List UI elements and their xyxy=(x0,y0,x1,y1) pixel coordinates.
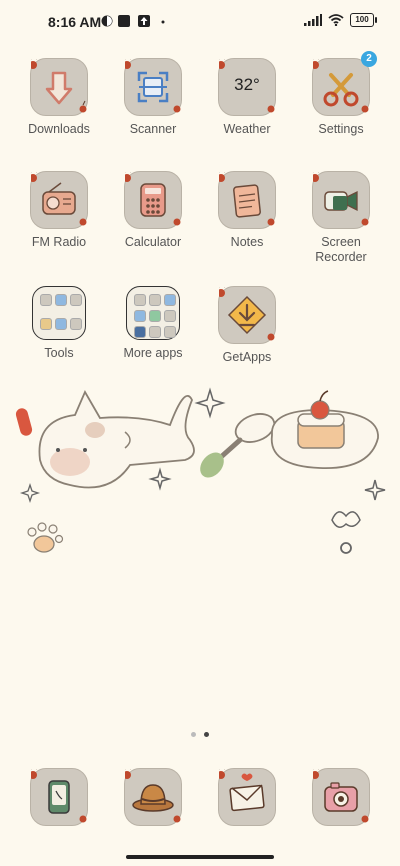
app-label: FM Radio xyxy=(31,235,87,249)
weather-icon: 32° xyxy=(218,58,276,116)
paw-print-decoration xyxy=(27,522,64,553)
app-label: Screen Recorder xyxy=(315,235,367,264)
notepad-icon xyxy=(218,171,276,229)
wifi-icon xyxy=(328,14,344,26)
dock-camera[interactable] xyxy=(299,768,383,826)
radio-icon xyxy=(30,171,88,229)
scan-frame-icon xyxy=(124,58,182,116)
page-indicator xyxy=(0,732,400,737)
app-weather[interactable]: 32° Weather xyxy=(205,58,289,137)
status-time: 8:16 AM xyxy=(48,14,102,30)
status-bar: 8:16 AM 100 xyxy=(0,0,400,44)
hat-icon xyxy=(124,768,182,826)
dock-messages[interactable] xyxy=(205,768,289,826)
folder-tools[interactable]: Tools xyxy=(17,286,101,361)
app-screen-recorder[interactable]: Screen Recorder xyxy=(299,171,383,265)
app-getapps[interactable]: GetApps xyxy=(205,286,289,365)
notification-badge: 2 xyxy=(361,51,377,67)
camera-icon xyxy=(312,768,370,826)
page-dot[interactable] xyxy=(191,732,196,737)
scissors-icon: 2 xyxy=(312,51,377,116)
cake-illustration xyxy=(270,390,379,469)
dock-phone[interactable] xyxy=(17,768,101,826)
app-square-icon xyxy=(118,15,130,27)
battery-icon: 100 xyxy=(350,13,377,27)
sparkle-decoration xyxy=(194,387,226,419)
folder-icon xyxy=(126,286,180,340)
notification-dot-icon xyxy=(101,15,113,27)
app-label: Settings xyxy=(318,122,364,136)
download-diamond-icon xyxy=(218,286,276,344)
red-bean-decoration xyxy=(15,408,33,436)
app-downloads[interactable]: Downloads xyxy=(17,58,101,137)
app-settings[interactable]: 2 Settings xyxy=(299,51,383,137)
butterfly-decoration xyxy=(331,511,361,528)
app-label: Downloads xyxy=(28,122,90,136)
gesture-nav-bar[interactable] xyxy=(126,855,274,859)
app-notes[interactable]: Notes xyxy=(205,171,289,250)
app-label: Notes xyxy=(230,235,264,249)
video-camera-icon xyxy=(312,171,370,229)
app-scanner[interactable]: Scanner xyxy=(111,58,195,137)
envelope-icon xyxy=(218,768,276,826)
app-fm-radio[interactable]: FM Radio xyxy=(17,171,101,250)
phone-icon xyxy=(30,768,88,826)
upload-icon xyxy=(138,15,150,27)
app-label: Calculator xyxy=(124,235,182,249)
cat-illustration xyxy=(38,390,195,489)
page-dot-active[interactable] xyxy=(204,732,209,737)
calculator-icon xyxy=(124,171,182,229)
app-label: GetApps xyxy=(222,350,272,364)
folder-more-apps[interactable]: More apps xyxy=(111,286,195,361)
app-label: More apps xyxy=(123,346,183,360)
spoon-illustration xyxy=(200,413,276,478)
small-dot-icon xyxy=(161,20,165,24)
app-label: Tools xyxy=(44,346,74,360)
app-label: Scanner xyxy=(129,122,177,136)
app-calculator[interactable]: Calculator xyxy=(111,171,195,250)
download-arrow-icon xyxy=(30,58,88,116)
signal-icon xyxy=(304,14,322,26)
folder-icon xyxy=(32,286,86,340)
dock-browser[interactable] xyxy=(111,768,195,826)
app-label: Weather xyxy=(223,122,271,136)
